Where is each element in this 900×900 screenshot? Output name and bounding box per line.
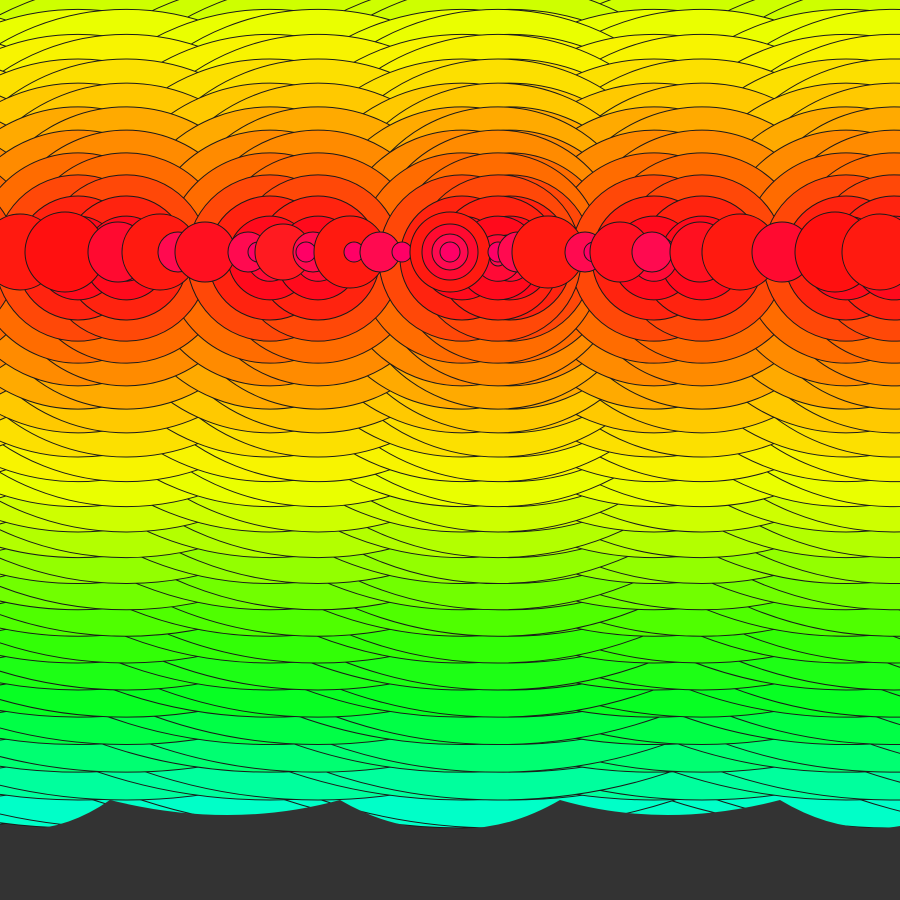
accent-circle: [631, 231, 673, 273]
accent-circle: [174, 221, 236, 283]
concentric-circles-artwork: [0, 0, 900, 900]
accent-circle: [391, 241, 413, 263]
artwork-canvas: [0, 0, 900, 900]
accent-circle: [439, 241, 461, 263]
accent-circle: [295, 241, 317, 263]
